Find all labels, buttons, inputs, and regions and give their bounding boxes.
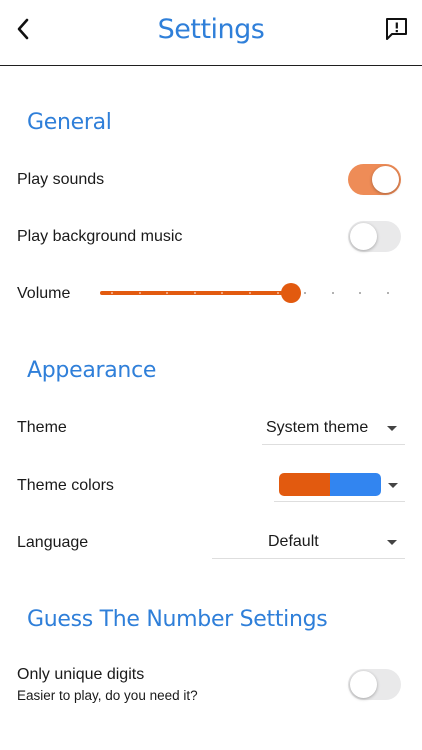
unique-digits-sublabel: Easier to play, do you need it? xyxy=(17,688,198,703)
volume-slider-thumb[interactable] xyxy=(281,283,302,303)
volume-slider[interactable] xyxy=(100,282,400,304)
toggle-knob xyxy=(372,166,399,193)
top-app-bar: Settings xyxy=(0,0,422,66)
background-music-toggle[interactable] xyxy=(348,221,401,252)
theme-dropdown-value: System theme xyxy=(266,419,369,436)
primary-color-swatch xyxy=(279,473,335,496)
volume-step-tick xyxy=(138,292,141,294)
chevron-down-icon xyxy=(388,483,398,488)
toggle-knob xyxy=(350,671,377,698)
background-music-label: Play background music xyxy=(17,228,183,245)
volume-step-tick xyxy=(359,292,362,294)
chevron-down-icon xyxy=(387,540,397,545)
volume-step-tick xyxy=(304,292,307,294)
volume-step-tick xyxy=(331,292,334,294)
volume-step-tick xyxy=(193,292,196,294)
toggle-knob xyxy=(350,223,377,250)
play-sounds-toggle[interactable] xyxy=(348,164,401,195)
feedback-icon xyxy=(386,18,407,40)
language-label: Language xyxy=(17,534,89,551)
volume-step-tick xyxy=(111,292,113,294)
theme-colors-dropdown[interactable] xyxy=(274,470,405,502)
theme-label: Theme xyxy=(17,419,67,436)
section-title-appearance: Appearance xyxy=(27,358,157,383)
volume-step-tick xyxy=(276,292,279,294)
volume-step-tick xyxy=(249,292,251,294)
language-dropdown-value: Default xyxy=(268,533,319,550)
page-title: Settings xyxy=(157,14,265,45)
unique-digits-label: Only unique digits xyxy=(17,666,145,683)
language-dropdown[interactable]: Default xyxy=(212,527,405,559)
volume-step-tick xyxy=(387,292,389,294)
section-title-game: Guess The Number Settings xyxy=(27,607,328,632)
volume-label: Volume xyxy=(17,285,71,302)
section-title-general: General xyxy=(27,110,112,135)
play-sounds-label: Play sounds xyxy=(17,171,105,188)
unique-digits-toggle[interactable] xyxy=(348,669,401,700)
secondary-color-swatch xyxy=(330,473,381,496)
theme-dropdown[interactable]: System theme xyxy=(262,413,405,445)
feedback-button[interactable] xyxy=(384,16,410,42)
theme-colors-label: Theme colors xyxy=(17,477,114,494)
chevron-down-icon xyxy=(387,426,397,431)
